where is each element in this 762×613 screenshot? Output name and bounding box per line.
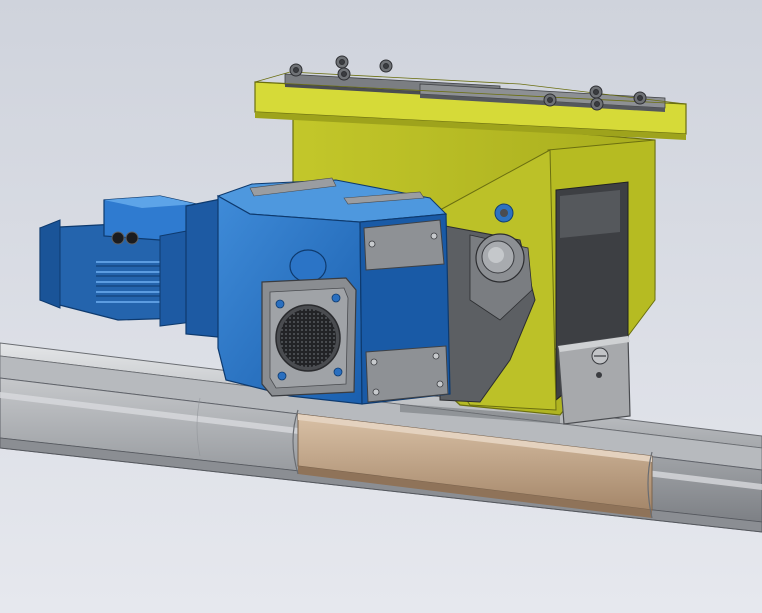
cad-scene [0, 0, 762, 613]
end-bracket [557, 335, 631, 425]
gearbox [185, 177, 451, 405]
grease-nipple [494, 203, 514, 223]
